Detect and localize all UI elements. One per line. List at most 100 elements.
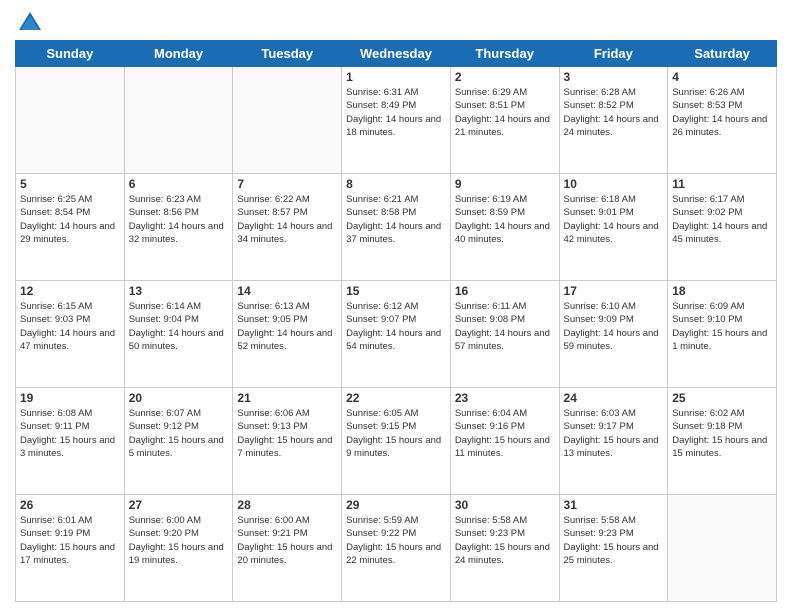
page: SundayMondayTuesdayWednesdayThursdayFrid…	[0, 0, 792, 612]
calendar-cell: 13 Sunrise: 6:14 AMSunset: 9:04 PMDayligh…	[124, 281, 233, 388]
day-info: Sunrise: 5:58 AMSunset: 9:23 PMDaylight:…	[455, 514, 555, 567]
day-of-week-friday: Friday	[559, 41, 668, 67]
logo-icon	[17, 10, 43, 36]
day-info: Sunrise: 6:08 AMSunset: 9:11 PMDaylight:…	[20, 407, 120, 460]
day-number: 7	[237, 177, 337, 191]
calendar-cell: 28Sunrise: 6:00 AMSunset: 9:21 PMDayligh…	[233, 495, 342, 602]
calendar-cell: 6 Sunrise: 6:23 AMSunset: 8:56 PMDaylight…	[124, 174, 233, 281]
calendar-cell: 14 Sunrise: 6:13 AMSunset: 9:05 PMDayligh…	[233, 281, 342, 388]
calendar-cell: 24Sunrise: 6:03 AMSunset: 9:17 PMDayligh…	[559, 388, 668, 495]
calendar-cell	[668, 495, 777, 602]
day-info: Sunrise: 6:05 AMSunset: 9:15 PMDaylight:…	[346, 407, 446, 460]
calendar-cell: 20 Sunrise: 6:07 AMSunset: 9:12 PMDayligh…	[124, 388, 233, 495]
calendar-cell: 15Sunrise: 6:12 AMSunset: 9:07 PMDayligh…	[342, 281, 451, 388]
day-number: 17	[564, 284, 664, 298]
day-number: 2	[455, 70, 555, 84]
day-of-week-monday: Monday	[124, 41, 233, 67]
day-number: 3	[564, 70, 664, 84]
day-number: 18	[672, 284, 772, 298]
calendar-header-row: SundayMondayTuesdayWednesdayThursdayFrid…	[16, 41, 777, 67]
calendar-cell	[233, 67, 342, 174]
day-info: Sunrise: 6:17 AMSunset: 9:02 PMDaylight:…	[672, 193, 772, 246]
day-number: 25	[672, 391, 772, 405]
day-info: Sunrise: 6:00 AMSunset: 9:21 PMDaylight:…	[237, 514, 337, 567]
day-info: Sunrise: 6:10 AMSunset: 9:09 PMDaylight:…	[564, 300, 664, 353]
day-of-week-wednesday: Wednesday	[342, 41, 451, 67]
day-info: Sunrise: 6:06 AMSunset: 9:13 PMDaylight:…	[237, 407, 337, 460]
calendar-week-row: 12 Sunrise: 6:15 AMSunset: 9:03 PMDayligh…	[16, 281, 777, 388]
day-info: Sunrise: 6:01 AMSunset: 9:19 PMDaylight:…	[20, 514, 120, 567]
header	[15, 10, 777, 32]
day-number: 30	[455, 498, 555, 512]
calendar-cell: 12 Sunrise: 6:15 AMSunset: 9:03 PMDayligh…	[16, 281, 125, 388]
calendar-week-row: 26 Sunrise: 6:01 AMSunset: 9:19 PMDayligh…	[16, 495, 777, 602]
day-info: Sunrise: 6:28 AMSunset: 8:52 PMDaylight:…	[564, 86, 664, 139]
day-number: 13	[129, 284, 229, 298]
day-number: 10	[564, 177, 664, 191]
calendar-cell: 10 Sunrise: 6:18 AMSunset: 9:01 PMDayligh…	[559, 174, 668, 281]
day-number: 4	[672, 70, 772, 84]
day-of-week-saturday: Saturday	[668, 41, 777, 67]
day-number: 26	[20, 498, 120, 512]
day-info: Sunrise: 5:59 AMSunset: 9:22 PMDaylight:…	[346, 514, 446, 567]
calendar-cell: 31 Sunrise: 5:58 AMSunset: 9:23 PMDayligh…	[559, 495, 668, 602]
calendar-cell: 26 Sunrise: 6:01 AMSunset: 9:19 PMDayligh…	[16, 495, 125, 602]
calendar-week-row: 19 Sunrise: 6:08 AMSunset: 9:11 PMDayligh…	[16, 388, 777, 495]
calendar-cell: 25Sunrise: 6:02 AMSunset: 9:18 PMDayligh…	[668, 388, 777, 495]
day-number: 8	[346, 177, 446, 191]
day-info: Sunrise: 6:04 AMSunset: 9:16 PMDaylight:…	[455, 407, 555, 460]
day-number: 23	[455, 391, 555, 405]
day-info: Sunrise: 6:23 AMSunset: 8:56 PMDaylight:…	[129, 193, 229, 246]
calendar-cell: 21 Sunrise: 6:06 AMSunset: 9:13 PMDayligh…	[233, 388, 342, 495]
calendar-week-row: 1Sunrise: 6:31 AMSunset: 8:49 PMDaylight…	[16, 67, 777, 174]
logo	[15, 10, 45, 32]
day-number: 20	[129, 391, 229, 405]
day-number: 19	[20, 391, 120, 405]
day-info: Sunrise: 6:29 AMSunset: 8:51 PMDaylight:…	[455, 86, 555, 139]
calendar-cell: 9Sunrise: 6:19 AMSunset: 8:59 PMDaylight…	[450, 174, 559, 281]
day-of-week-tuesday: Tuesday	[233, 41, 342, 67]
day-info: Sunrise: 6:21 AMSunset: 8:58 PMDaylight:…	[346, 193, 446, 246]
day-info: Sunrise: 6:13 AMSunset: 9:05 PMDaylight:…	[237, 300, 337, 353]
day-info: Sunrise: 6:26 AMSunset: 8:53 PMDaylight:…	[672, 86, 772, 139]
day-number: 14	[237, 284, 337, 298]
calendar-cell: 30 Sunrise: 5:58 AMSunset: 9:23 PMDayligh…	[450, 495, 559, 602]
calendar-cell: 27 Sunrise: 6:00 AMSunset: 9:20 PMDayligh…	[124, 495, 233, 602]
day-number: 27	[129, 498, 229, 512]
day-number: 16	[455, 284, 555, 298]
calendar-cell: 5Sunrise: 6:25 AMSunset: 8:54 PMDaylight…	[16, 174, 125, 281]
day-number: 29	[346, 498, 446, 512]
calendar-cell	[124, 67, 233, 174]
day-info: Sunrise: 6:22 AMSunset: 8:57 PMDaylight:…	[237, 193, 337, 246]
calendar-cell: 19 Sunrise: 6:08 AMSunset: 9:11 PMDayligh…	[16, 388, 125, 495]
calendar-cell	[16, 67, 125, 174]
day-number: 11	[672, 177, 772, 191]
day-number: 6	[129, 177, 229, 191]
day-info: Sunrise: 6:14 AMSunset: 9:04 PMDaylight:…	[129, 300, 229, 353]
day-info: Sunrise: 6:15 AMSunset: 9:03 PMDaylight:…	[20, 300, 120, 353]
day-info: Sunrise: 5:58 AMSunset: 9:23 PMDaylight:…	[564, 514, 664, 567]
day-number: 15	[346, 284, 446, 298]
calendar-cell: 8 Sunrise: 6:21 AMSunset: 8:58 PMDaylight…	[342, 174, 451, 281]
day-info: Sunrise: 6:31 AMSunset: 8:49 PMDaylight:…	[346, 86, 446, 139]
day-number: 24	[564, 391, 664, 405]
day-number: 22	[346, 391, 446, 405]
day-number: 5	[20, 177, 120, 191]
calendar-cell: 29 Sunrise: 5:59 AMSunset: 9:22 PMDayligh…	[342, 495, 451, 602]
calendar-cell: 22 Sunrise: 6:05 AMSunset: 9:15 PMDayligh…	[342, 388, 451, 495]
day-info: Sunrise: 6:11 AMSunset: 9:08 PMDaylight:…	[455, 300, 555, 353]
calendar-cell: 2 Sunrise: 6:29 AMSunset: 8:51 PMDaylight…	[450, 67, 559, 174]
calendar-cell: 23 Sunrise: 6:04 AMSunset: 9:16 PMDayligh…	[450, 388, 559, 495]
day-info: Sunrise: 6:09 AMSunset: 9:10 PMDaylight:…	[672, 300, 772, 353]
day-info: Sunrise: 6:18 AMSunset: 9:01 PMDaylight:…	[564, 193, 664, 246]
calendar-cell: 16 Sunrise: 6:11 AMSunset: 9:08 PMDayligh…	[450, 281, 559, 388]
day-number: 31	[564, 498, 664, 512]
day-number: 9	[455, 177, 555, 191]
calendar-cell: 7 Sunrise: 6:22 AMSunset: 8:57 PMDaylight…	[233, 174, 342, 281]
calendar-cell: 3 Sunrise: 6:28 AMSunset: 8:52 PMDaylight…	[559, 67, 668, 174]
day-number: 21	[237, 391, 337, 405]
day-info: Sunrise: 6:07 AMSunset: 9:12 PMDaylight:…	[129, 407, 229, 460]
day-number: 12	[20, 284, 120, 298]
calendar-table: SundayMondayTuesdayWednesdayThursdayFrid…	[15, 40, 777, 602]
day-info: Sunrise: 6:00 AMSunset: 9:20 PMDaylight:…	[129, 514, 229, 567]
